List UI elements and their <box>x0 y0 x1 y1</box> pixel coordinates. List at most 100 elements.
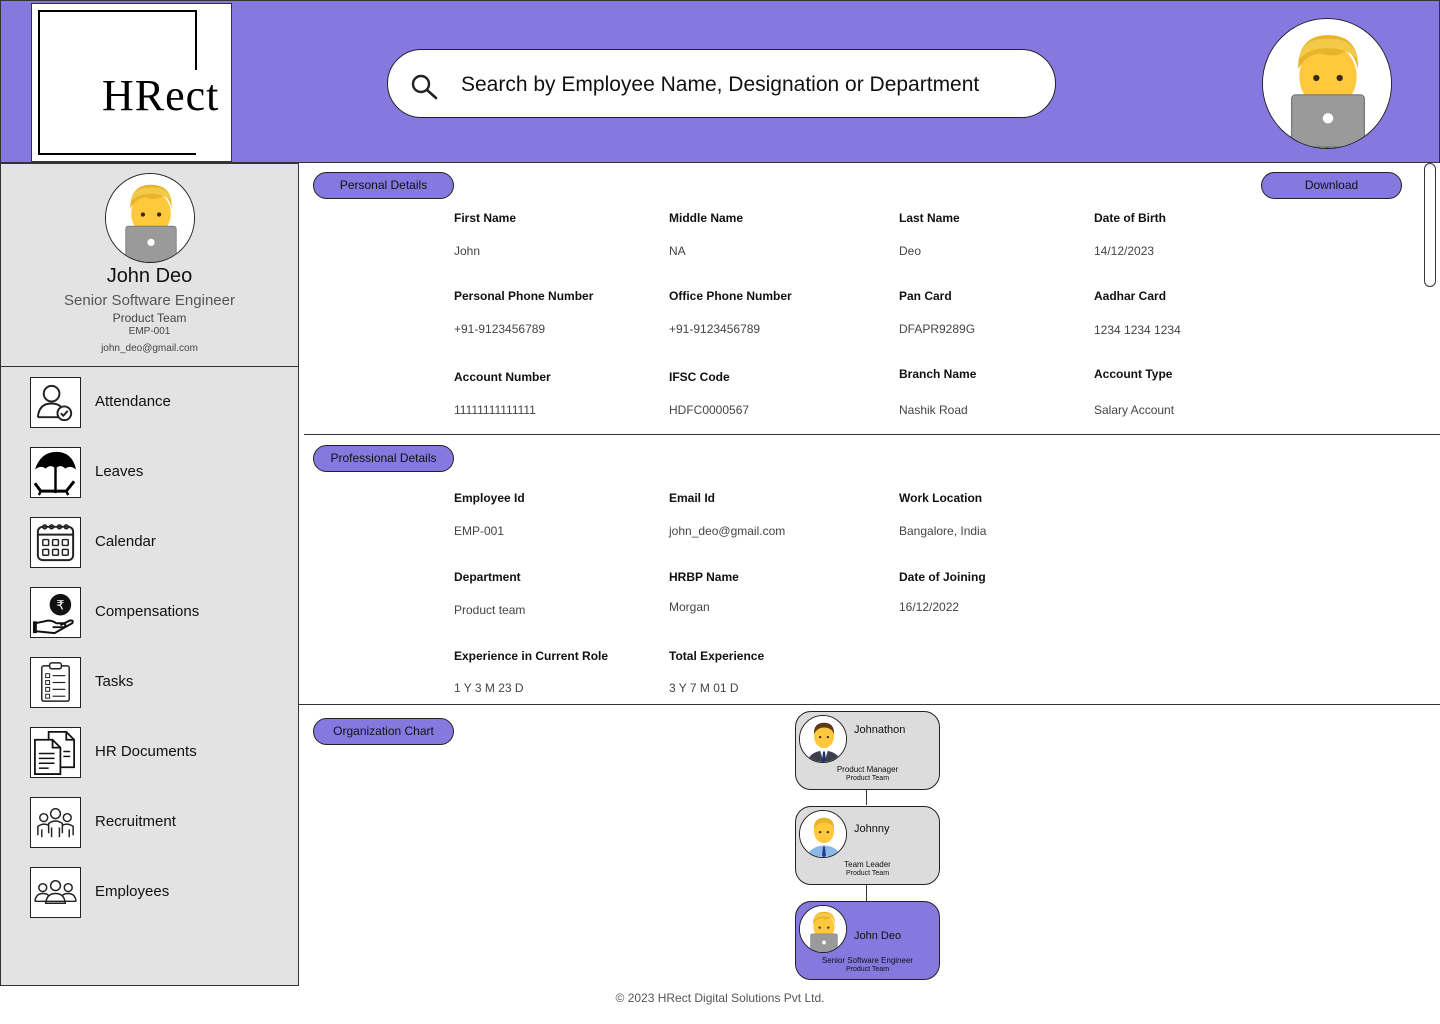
org-node-team: Product Team <box>845 870 890 877</box>
sidebar-item-label: Recruitment <box>95 813 176 830</box>
field-value: Bangalore, India <box>899 524 987 538</box>
profile-avatar <box>105 173 195 263</box>
main-content: Personal Details Download First Name Joh… <box>299 163 1440 986</box>
search-bar[interactable] <box>387 49 1056 118</box>
person-laptop-icon <box>1263 19 1392 149</box>
org-node-current-user[interactable]: John Deo Senior Software Engineer Produc… <box>795 901 940 980</box>
sidebar-item-label: Tasks <box>95 673 134 690</box>
org-node-team: Product Team <box>845 966 890 973</box>
field-label: First Name <box>454 211 517 225</box>
field-label: Work Location <box>899 491 983 505</box>
field-label: Pan Card <box>899 289 952 303</box>
attendance-icon <box>30 377 81 428</box>
field-label: Branch Name <box>899 367 977 381</box>
field-label: HRBP Name <box>669 570 739 584</box>
footer-copyright: © 2023 HRect Digital Solutions Pvt Ltd. <box>615 991 825 1005</box>
field-label: Last Name <box>899 211 960 225</box>
sidebar-item-label: HR Documents <box>95 743 197 760</box>
sidebar-item-attendance[interactable]: Attendance <box>30 377 290 429</box>
profile-designation: Senior Software Engineer <box>64 292 235 309</box>
field-value: Morgan <box>669 600 710 614</box>
org-avatar <box>799 810 847 858</box>
profile-card: John Deo Senior Software Engineer Produc… <box>1 164 298 367</box>
sidebar-item-label: Employees <box>95 883 170 900</box>
search-icon[interactable] <box>409 72 439 102</box>
employees-icon <box>30 867 81 918</box>
field-label: Total Experience <box>669 649 765 663</box>
section-divider <box>299 704 1440 705</box>
org-node-name: John Deo <box>854 930 902 942</box>
field-label: Account Number <box>454 370 551 384</box>
sidebar-item-label: Attendance <box>95 393 171 410</box>
field-label: Experience in Current Role <box>454 649 609 663</box>
sidebar-item-label: Calendar <box>95 533 156 550</box>
field-value: 1234 1234 1234 <box>1094 323 1181 337</box>
person-shirt-icon <box>800 811 847 858</box>
org-node-manager[interactable]: Johnathon Product Manager Product Team <box>795 711 940 790</box>
field-value: 16/12/2022 <box>899 600 960 614</box>
profile-team: Product Team <box>112 311 187 325</box>
user-avatar[interactable] <box>1262 18 1392 149</box>
field-label: Aadhar Card <box>1094 289 1167 303</box>
organization-chart-tab[interactable]: Organization Chart <box>313 718 454 745</box>
field-label: Date of Birth <box>1094 211 1166 225</box>
field-label: Date of Joining <box>899 570 986 584</box>
recruitment-icon <box>30 797 81 848</box>
field-value: Product team <box>454 603 526 617</box>
calendar-icon <box>30 517 81 568</box>
org-node-role: Product Manager <box>836 765 899 774</box>
field-label: Account Type <box>1094 367 1173 381</box>
sidebar-item-leaves[interactable]: Leaves <box>30 447 290 499</box>
field-label: Office Phone Number <box>669 289 792 303</box>
sidebar-item-recruitment[interactable]: Recruitment <box>30 797 290 849</box>
sidebar-item-calendar[interactable]: Calendar <box>30 517 290 569</box>
sidebar: John Deo Senior Software Engineer Produc… <box>0 163 299 986</box>
org-node-role: Senior Software Engineer <box>821 956 914 965</box>
field-value: Deo <box>899 244 922 258</box>
profile-email: john_deo@gmail.com <box>101 343 198 354</box>
person-laptop-icon <box>800 906 847 953</box>
org-avatar <box>799 715 847 763</box>
app-logo[interactable]: HRect <box>31 3 232 162</box>
scrollbar[interactable] <box>1424 163 1436 287</box>
logo-frame-right <box>195 10 197 70</box>
personal-details-tab[interactable]: Personal Details <box>313 172 454 199</box>
field-value: 3 Y 7 M 01 D <box>669 681 739 695</box>
svg-text:₹: ₹ <box>56 599 64 614</box>
download-button[interactable]: Download <box>1261 172 1402 199</box>
sidebar-item-tasks[interactable]: Tasks <box>30 657 290 709</box>
leaves-icon <box>30 447 81 498</box>
field-label: IFSC Code <box>669 370 730 384</box>
tasks-icon <box>30 657 81 708</box>
field-value: +91-9123456789 <box>454 322 546 336</box>
field-value: Nashik Road <box>899 403 968 417</box>
sidebar-item-label: Leaves <box>95 463 144 480</box>
professional-details-tab[interactable]: Professional Details <box>313 445 454 472</box>
sidebar-item-compensations[interactable]: ₹ Compensations <box>30 587 290 639</box>
sidebar-item-employees[interactable]: Employees <box>30 867 290 919</box>
logo-text: HRect <box>102 71 220 120</box>
field-value: john_deo@gmail.com <box>669 524 786 538</box>
sidebar-item-hr-documents[interactable]: HR Documents <box>30 727 290 779</box>
field-label: Email Id <box>669 491 716 505</box>
section-divider <box>304 434 1440 435</box>
org-node-team: Product Team <box>845 775 890 782</box>
person-laptop-icon <box>106 174 195 263</box>
field-value: NA <box>669 244 686 258</box>
field-label: Personal Phone Number <box>454 289 594 303</box>
person-suit-icon <box>800 716 847 763</box>
org-node-team-leader[interactable]: Johnny Team Leader Product Team <box>795 806 940 885</box>
field-value: DFAPR9289G <box>899 322 976 336</box>
field-value: EMP-001 <box>454 524 505 538</box>
sidebar-item-label: Compensations <box>95 603 200 620</box>
field-value: +91-9123456789 <box>669 322 761 336</box>
search-input[interactable] <box>461 70 1031 100</box>
field-value: 14/12/2023 <box>1094 244 1155 258</box>
org-avatar <box>799 905 847 953</box>
org-connector <box>866 885 867 901</box>
top-header: HRect <box>0 0 1440 163</box>
field-value: 11111111111111 <box>454 403 536 417</box>
field-value: 1 Y 3 M 23 D <box>454 681 524 695</box>
documents-icon <box>30 727 81 778</box>
profile-name: John Deo <box>106 265 193 287</box>
